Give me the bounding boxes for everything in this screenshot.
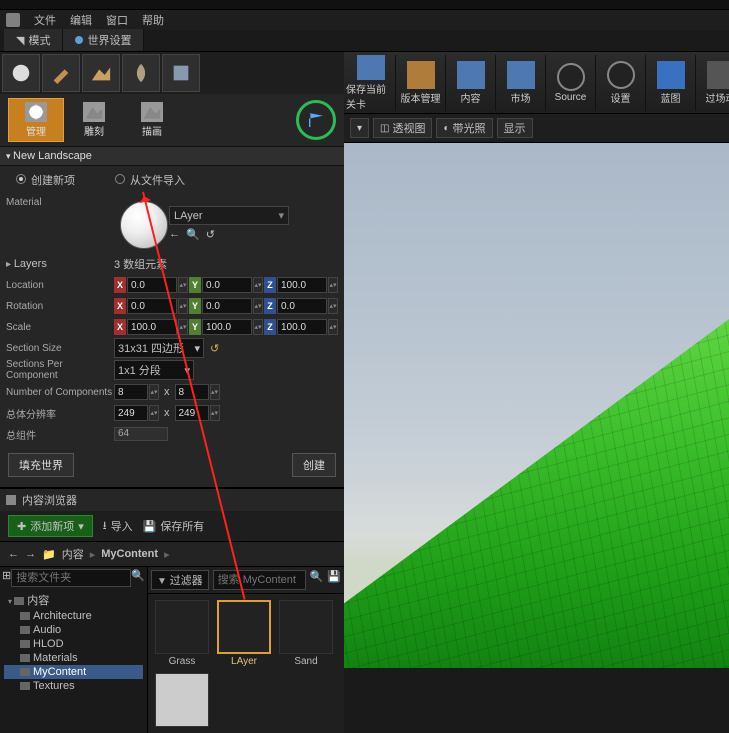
add-new-button[interactable]: ✚添加新项▾ [8,515,93,537]
mode-paint-icon[interactable] [42,54,80,92]
main-toolbar: 保存当前关卡 版本管理 内容 市场 Source 设置 蓝图 过场动 [344,52,729,114]
back-icon[interactable]: ← [8,548,19,560]
material-label: Material [6,197,114,208]
scale-y[interactable] [202,319,252,335]
asset-search-input[interactable] [213,570,306,590]
menu-bar: 文件 编辑 窗口 帮助 [0,10,729,30]
toolbar-cinematics[interactable]: 过场动 [696,55,729,111]
radio-import-file[interactable]: 从文件导入 [115,172,185,188]
rotation-y[interactable] [202,298,252,314]
location-x[interactable] [127,277,177,293]
breadcrumb[interactable]: ← → 📁 内容▸ MyContent▸ [0,541,344,567]
create-button[interactable]: 创建 [292,453,336,477]
section-size-label: Section Size [6,343,114,354]
spc-dropdown[interactable]: 1x1 分段▾ [114,360,194,380]
fill-world-button[interactable]: 填充世界 [8,453,74,477]
scale-z[interactable] [277,319,327,335]
asset-layer[interactable]: LAyer [216,600,272,667]
search-icon[interactable]: 🔍 [131,569,145,587]
viewport[interactable] [344,143,729,668]
save-icon[interactable]: 💾 [327,570,341,590]
save-all-button[interactable]: 💾保存所有 [143,518,205,534]
landscape-tool-paint[interactable]: 描画 [124,98,180,142]
tree-folder-materials[interactable]: Materials [4,651,143,665]
folder-tree: 内容 ArchitectureAudioHLODMaterialsMyConte… [0,589,147,695]
landscape-tool-sculpt[interactable]: 雕刻 [66,98,122,142]
toolbar-blueprint[interactable]: 蓝图 [646,55,696,111]
spc-label: Sections Per Component [6,359,114,381]
location-label: Location [6,280,114,291]
sources-toggle-icon[interactable]: ⊞ [2,569,11,587]
noc-label: Number of Components [6,387,114,398]
tab-modes[interactable]: ◥模式 [4,29,63,51]
radio-create-new[interactable]: 创建新项 [16,172,75,188]
material-browse-icon[interactable]: 🔍 [186,228,200,241]
flag-icon [309,113,323,127]
material-use-icon[interactable]: ← [169,228,180,241]
asset-blank[interactable] [154,673,210,727]
total-label: 总组件 [6,427,114,442]
mode-foliage-icon[interactable] [122,54,160,92]
content-browser: 内容浏览器 ✚添加新项▾ ⭳导入 💾保存所有 ← → 📁 内容▸ MyConte… [0,487,344,733]
location-z[interactable] [277,277,327,293]
total-components: 64 [114,427,168,441]
forward-icon[interactable]: → [25,548,36,560]
panel-tabs: ◥模式 世界设置 [0,30,729,52]
folder-icon: 📁 [42,548,56,561]
rotation-label: Rotation [6,301,114,312]
landscape-tool-manage[interactable]: 管理 [8,98,64,142]
import-button[interactable]: ⭳导入 [103,517,133,536]
toolbar-content[interactable]: 内容 [446,55,496,111]
toolbar-market[interactable]: 市场 [496,55,546,111]
scale-x[interactable] [127,319,177,335]
material-dropdown[interactable]: LAyer▾ [169,206,289,225]
toolbar-source[interactable]: Source [546,55,596,111]
menu-window[interactable]: 窗口 [106,12,128,28]
mode-geometry-icon[interactable] [162,54,200,92]
landscape-preview [344,268,729,668]
mode-toolbar [0,52,344,94]
folder-search-input[interactable] [11,569,131,587]
tree-folder-textures[interactable]: Textures [4,679,143,693]
toolbar-save[interactable]: 保存当前关卡 [346,55,396,111]
viewport-lit[interactable]: ◐ 带光照 [436,118,492,138]
menu-file[interactable]: 文件 [34,12,56,28]
mode-place-icon[interactable] [2,54,40,92]
tree-folder-audio[interactable]: Audio [4,623,143,637]
viewport-perspective[interactable]: ◫ 透视图 [373,118,432,138]
components-x[interactable] [114,384,148,400]
viewport-options[interactable]: ▾ [350,118,369,138]
asset-sand[interactable]: Sand [278,600,334,667]
tree-folder-architecture[interactable]: Architecture [4,609,143,623]
menu-help[interactable]: 帮助 [142,12,164,28]
material-reset-icon[interactable]: ↺ [206,228,215,241]
section-size-dropdown[interactable]: 31x31 四边形▾ [114,338,204,358]
mode-landscape-icon[interactable] [82,54,120,92]
content-browser-icon [6,495,16,505]
toolbar-version[interactable]: 版本管理 [396,55,446,111]
search-icon[interactable]: 🔍 [310,570,324,590]
resolution-x[interactable] [114,405,148,421]
content-browser-title: 内容浏览器 [22,492,77,508]
section-new-landscape[interactable]: New Landscape [0,146,344,166]
menu-edit[interactable]: 编辑 [70,12,92,28]
scale-label: Scale [6,322,114,333]
rotation-z[interactable] [277,298,327,314]
app-logo-icon [6,13,20,27]
tree-folder-hlod[interactable]: HLOD [4,637,143,651]
location-y[interactable] [202,277,252,293]
apply-button[interactable] [296,100,336,140]
viewport-show[interactable]: 显示 [497,118,533,138]
reset-icon[interactable]: ↺ [210,342,219,355]
tab-world-settings[interactable]: 世界设置 [63,29,144,51]
resolution-label: 总体分辨率 [6,406,114,421]
layers-label[interactable]: ▸ Layers [6,258,114,270]
toolbar-settings[interactable]: 设置 [596,55,646,111]
tree-root[interactable]: 内容 [4,591,143,609]
material-thumbnail[interactable] [120,201,168,249]
resolution-y[interactable] [175,405,209,421]
filters-dropdown[interactable]: ▼ 过滤器 [151,570,209,590]
tree-folder-mycontent[interactable]: MyContent [4,665,143,679]
asset-grass[interactable]: Grass [154,600,210,667]
